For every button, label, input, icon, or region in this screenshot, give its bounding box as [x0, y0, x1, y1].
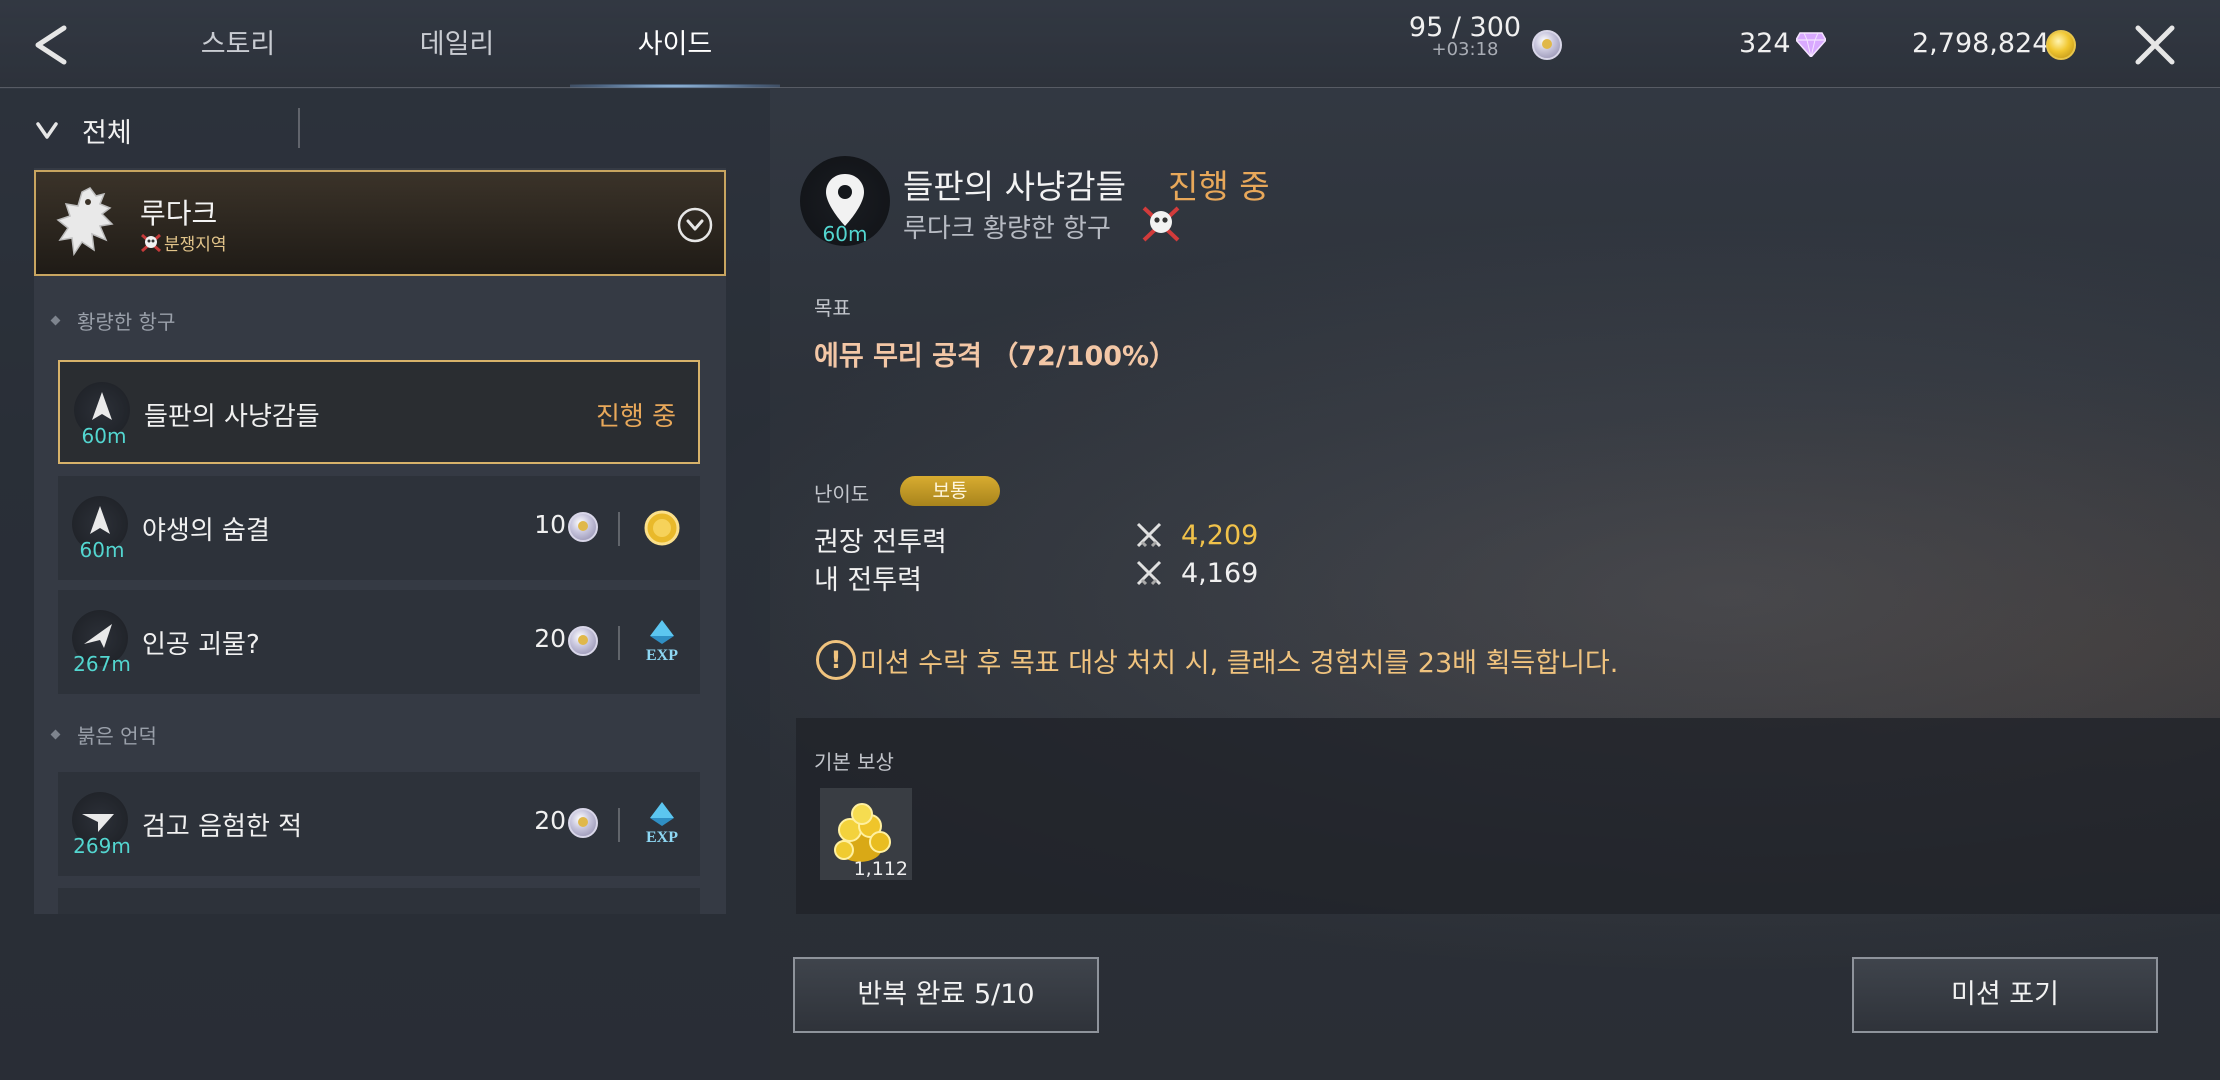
warning-icon: ! [816, 640, 856, 680]
quest-status: 진행 중 [595, 402, 676, 432]
quest-distance: 267m [73, 652, 131, 676]
griffin-emblem-icon [56, 187, 114, 257]
notice-text: 미션 수락 후 목표 대상 처치 시, 클래스 경험치를 23배 획득합니다. [860, 647, 1619, 679]
gold-count: 2,798,824 [1912, 28, 2050, 59]
crossed-swords-icon [1136, 522, 1162, 548]
section-header: 황량한 항구 [50, 306, 176, 335]
quest-location: 루다크 황량한 항구 [903, 214, 1111, 244]
reward-quantity: 1,112 [853, 858, 908, 880]
dispute-zone-icon [1142, 206, 1180, 242]
gold-coin-icon [2046, 30, 2076, 60]
stamina-coin-icon [1532, 30, 1562, 60]
my-power-value: 4,169 [1181, 558, 1259, 589]
quest-title: 들판의 사냥감들 [144, 402, 320, 432]
quest-distance: 60m [81, 424, 127, 448]
difficulty-badge: 보통 [900, 476, 1000, 506]
top-bar: 스토리 데일리 사이드 95 / 300 +03:18 324 2,798,82… [0, 0, 2220, 88]
stamina-coin-icon [568, 808, 598, 838]
reward-section: 기본 보상 1,112 [796, 718, 2220, 914]
list-item-quest[interactable]: 60m 들판의 사냥감들 진행 중 [58, 360, 700, 464]
filter-label: 전체 [82, 117, 132, 149]
svg-text:EXP: EXP [646, 647, 678, 664]
gold-coin-icon [644, 510, 680, 546]
region-header[interactable]: 루다크 분쟁지역 [34, 170, 726, 276]
quest-distance: 60m [79, 538, 125, 562]
list-item-quest[interactable]: 267m 인공 괴물? 20 EXP [58, 590, 700, 694]
stamina-coin-icon [568, 626, 598, 656]
difficulty-label: 난이도 [814, 482, 870, 506]
bullet-icon [50, 315, 61, 326]
reward-label: 기본 보상 [814, 750, 894, 774]
quest-cost: 20 [534, 624, 566, 653]
quest-cost: 10 [534, 510, 566, 539]
svg-text:EXP: EXP [646, 829, 678, 846]
region-tag: 분쟁지역 [140, 230, 227, 255]
tab-story[interactable]: 스토리 [138, 22, 338, 66]
stamina-coin-icon [568, 512, 598, 542]
list-item-quest[interactable] [58, 888, 700, 914]
list-item-quest[interactable]: 269m 검고 음험한 적 20 EXP [58, 772, 700, 876]
active-tab-indicator [570, 84, 780, 88]
exp-icon: EXP [646, 620, 678, 664]
quest-detail-title: 들판의 사냥감들 [903, 167, 1127, 206]
gem-count: 324 [1739, 28, 1791, 59]
back-arrow-icon[interactable] [24, 18, 84, 72]
quest-title: 야생의 숨결 [142, 516, 270, 546]
section-title: 붉은 언덕 [77, 724, 157, 748]
notice: ! 미션 수락 후 목표 대상 처치 시, 클래스 경험치를 23배 획득합니다… [816, 640, 1618, 680]
list-item-quest[interactable]: 60m 야생의 숨결 10 [58, 476, 700, 580]
objective-label: 목표 [814, 296, 851, 320]
collapse-toggle-icon[interactable] [676, 206, 714, 244]
crossed-swords-icon [1136, 560, 1162, 586]
detail-distance: 60m [822, 222, 868, 246]
my-power-label: 내 전투력 [814, 565, 922, 596]
quest-cost: 20 [534, 806, 566, 835]
quest-distance: 269m [73, 834, 131, 858]
filter-dropdown[interactable]: 전체 [34, 108, 132, 152]
divider [618, 626, 620, 660]
divider [618, 808, 620, 842]
region-tag-label: 분쟁지역 [164, 235, 227, 255]
stamina-counter: 95 / 300 +03:18 [1400, 12, 1530, 60]
bullet-icon [50, 729, 61, 740]
exp-icon: EXP [646, 802, 678, 846]
close-icon[interactable] [2130, 20, 2180, 70]
objective-text: 에뮤 무리 공격 （72/100%） [814, 341, 1177, 372]
abandon-mission-button[interactable]: 미션 포기 [1852, 957, 2158, 1033]
divider [298, 108, 300, 148]
divider [618, 512, 620, 546]
repeat-complete-button[interactable]: 반복 완료 5/10 [793, 957, 1099, 1033]
quest-title: 인공 괴물? [142, 630, 260, 660]
tab-side[interactable]: 사이드 [575, 22, 775, 66]
reward-item-gold[interactable]: 1,112 [820, 788, 912, 880]
chevron-down-icon [36, 122, 58, 139]
quest-detail-status: 진행 중 [1168, 167, 1270, 206]
diamond-icon [1796, 32, 1826, 57]
tab-daily[interactable]: 데일리 [357, 22, 557, 66]
section-header: 붉은 언덕 [50, 720, 157, 749]
recommended-power-value: 4,209 [1181, 520, 1259, 551]
recommended-power-label: 권장 전투력 [814, 527, 947, 558]
region-name: 루다크 [140, 197, 218, 230]
dispute-zone-icon [141, 233, 161, 252]
quest-title: 검고 음험한 적 [142, 812, 303, 842]
section-title: 황량한 항구 [77, 310, 176, 334]
